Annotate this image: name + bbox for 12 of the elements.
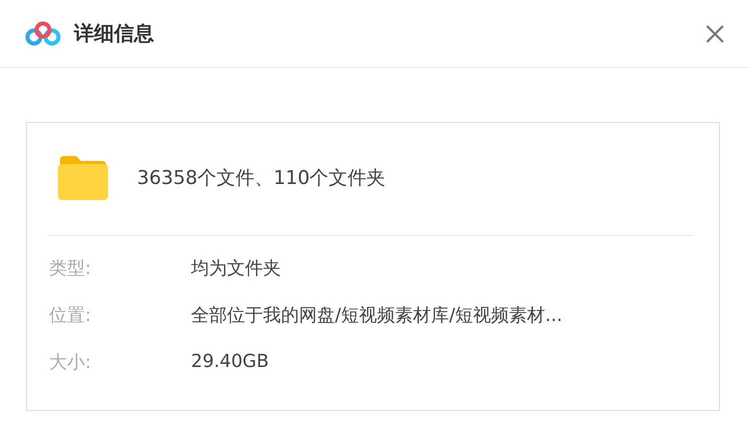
property-label: 大小:: [48, 350, 92, 374]
cloud-logo-icon: [25, 20, 61, 46]
property-value: 均为文件夹: [191, 256, 281, 280]
property-label: 位置:: [48, 304, 92, 326]
summary-text: 36358个文件、110个文件夹: [137, 166, 386, 191]
property-value: 全部位于我的网盘/短视频素材库/短视频素材...: [191, 304, 562, 326]
property-label: 类型:: [48, 256, 92, 280]
close-button[interactable]: [704, 22, 726, 44]
window-title: 详细信息: [74, 20, 155, 47]
property-value: 29.40GB: [191, 351, 269, 372]
close-icon: [704, 22, 726, 44]
folder-icon: [57, 156, 109, 200]
